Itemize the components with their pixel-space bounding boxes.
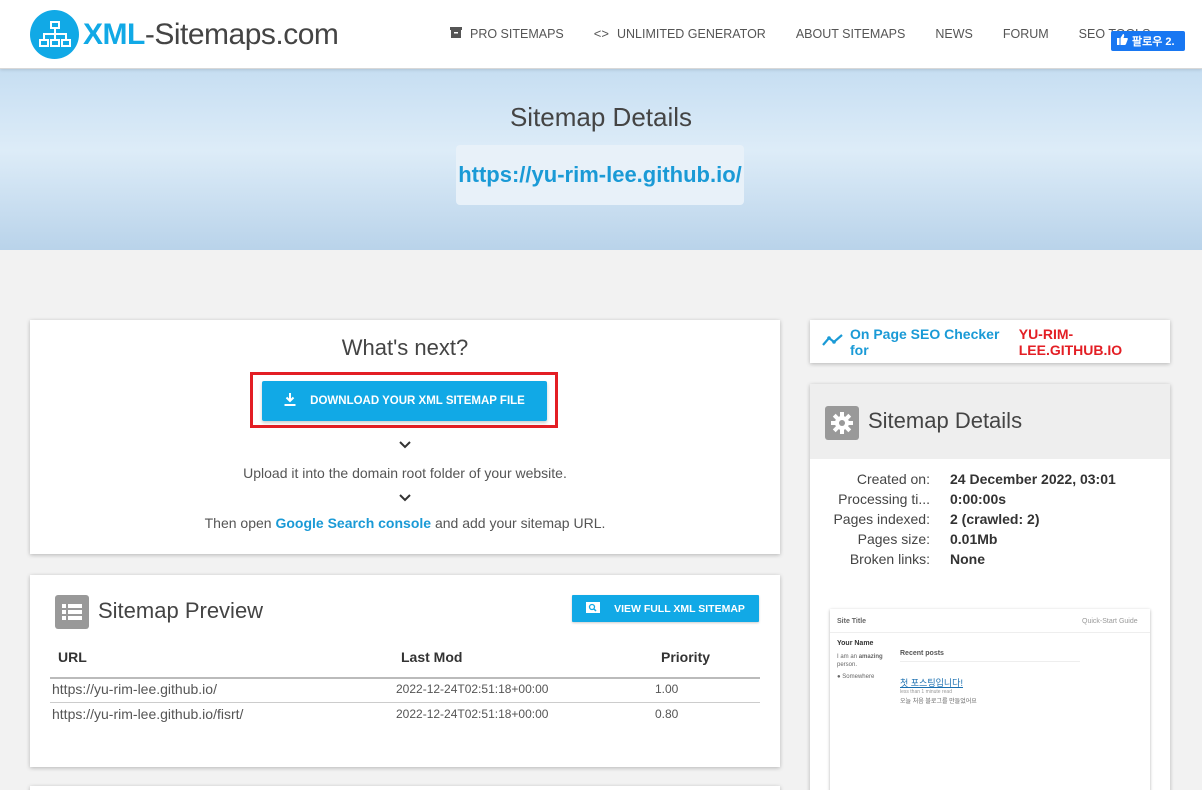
instruction-suffix: and add your sitemap URL. bbox=[434, 515, 606, 531]
nav-label: ABOUT SITEMAPS bbox=[795, 26, 906, 41]
created-on-label: Created on: bbox=[856, 471, 930, 487]
page-title: Sitemap Details bbox=[509, 102, 693, 132]
sitemap-details-card: Sitemap Details Created on: 24 December … bbox=[810, 384, 1170, 790]
site-logo[interactable]: XML-Sitemaps.com bbox=[30, 10, 339, 59]
nav-forum[interactable]: FORUM bbox=[1003, 26, 1049, 41]
download-button-label: DOWNLOAD YOUR XML SITEMAP FILE bbox=[310, 395, 525, 407]
hero-banner: Sitemap Details https://yu-rim-lee.githu… bbox=[0, 69, 1202, 250]
nav-about-sitemaps[interactable]: ABOUT SITEMAPS bbox=[796, 26, 906, 41]
site-url-link[interactable]: https://yu-rim-lee.github.io/ bbox=[458, 162, 742, 188]
next-card-stub bbox=[30, 786, 780, 790]
thumb-post-meta: less than 1 minute read bbox=[900, 689, 952, 695]
seo-checker-domain: YU-RIM-LEE.GITHUB.IO bbox=[1018, 325, 1123, 358]
pages-indexed-value: 2 (crawled: 2) bbox=[950, 511, 1040, 527]
logo-text: XML-Sitemaps.com bbox=[83, 17, 339, 52]
column-header-url: URL bbox=[58, 649, 87, 665]
seo-checker-link[interactable]: On Page SEO Checker for YU-RIM-LEE.GITHU… bbox=[810, 320, 1170, 363]
thumb-location-text: Somewhere bbox=[842, 674, 875, 680]
nav-pro-sitemaps[interactable]: PRO SITEMAPS bbox=[450, 26, 564, 41]
thumb-divider bbox=[900, 661, 1080, 662]
column-header-priority: Priority bbox=[661, 649, 711, 665]
search-console-instruction: Then open Google Search console and add … bbox=[30, 515, 780, 531]
broken-links-value: None bbox=[950, 551, 985, 567]
pages-indexed-label: Pages indexed: bbox=[833, 511, 930, 527]
view-full-sitemap-label: VIEW FULL XML SITEMAP bbox=[614, 602, 745, 615]
view-full-sitemap-button[interactable]: VIEW FULL XML SITEMAP bbox=[572, 595, 759, 622]
thumb-post-title: 첫 포스팅입니다! bbox=[900, 678, 963, 688]
instruction-prefix: Then open bbox=[204, 515, 272, 531]
site-screenshot-thumbnail[interactable]: Site Title Quick-Start Guide Your Name I… bbox=[830, 609, 1150, 790]
site-url-box: https://yu-rim-lee.github.io/ bbox=[456, 145, 744, 205]
thumb-recent-posts: Recent posts bbox=[900, 650, 944, 657]
table-row-lastmod: 2022-12-24T02:51:18+00:00 bbox=[396, 682, 549, 696]
broken-links-label: Broken links: bbox=[849, 551, 930, 567]
seo-checker-label: On Page SEO Checker for bbox=[850, 325, 1000, 358]
table-row-priority: 0.80 bbox=[655, 707, 679, 721]
created-on-value: 24 December 2022, 03:01 bbox=[950, 471, 1116, 487]
pages-size-value: 0.01Mb bbox=[950, 531, 998, 547]
list-icon bbox=[55, 595, 89, 629]
main-nav: PRO SITEMAPS <> UNLIMITED GENERATOR ABOU… bbox=[450, 26, 1180, 41]
thumb-bio-prefix: I am an bbox=[837, 654, 858, 660]
facebook-follow-button[interactable]: 팔로우 2. bbox=[1111, 31, 1185, 51]
logo-text-domain: -Sitemaps.com bbox=[144, 17, 339, 51]
location-pin-icon: ● bbox=[837, 674, 841, 680]
nav-unlimited-generator[interactable]: <> UNLIMITED GENERATOR bbox=[594, 26, 766, 41]
trend-line-icon bbox=[822, 333, 844, 350]
thumb-quick-start: Quick-Start Guide bbox=[1082, 618, 1138, 625]
thumb-author-name: Your Name bbox=[837, 640, 874, 647]
download-sitemap-button[interactable]: DOWNLOAD YOUR XML SITEMAP FILE bbox=[262, 381, 547, 421]
details-header: Sitemap Details bbox=[810, 384, 1170, 459]
chevron-down-icon bbox=[30, 489, 780, 507]
thumb-author-bio: I am an amazing bbox=[837, 654, 883, 660]
logo-text-xml: XML bbox=[83, 17, 145, 51]
thumb-bio-bold: amazing bbox=[858, 654, 883, 660]
nav-label: UNLIMITED GENERATOR bbox=[616, 26, 766, 41]
google-search-console-link[interactable]: Google Search console bbox=[275, 515, 431, 531]
sitemap-details-title: Sitemap Details bbox=[868, 408, 1023, 433]
processing-time-value: 0:00:00s bbox=[950, 491, 1007, 507]
sitemap-tree-icon bbox=[30, 10, 79, 59]
processing-time-label: Processing ti... bbox=[838, 491, 930, 507]
column-header-lastmod: Last Mod bbox=[401, 649, 463, 665]
chevron-down-icon bbox=[30, 436, 780, 454]
whats-next-title: What's next? bbox=[341, 335, 469, 360]
whats-next-card: What's next? DOWNLOAD YOUR XML SITEMAP F… bbox=[30, 320, 780, 554]
code-icon: <> bbox=[593, 26, 609, 41]
table-header-divider bbox=[50, 677, 760, 679]
thumb-post-excerpt: 오늘 처음 블로그를 만들었어요 bbox=[900, 699, 977, 705]
archive-icon bbox=[450, 26, 462, 41]
site-header: XML-Sitemaps.com PRO SITEMAPS <> UNLIMIT… bbox=[0, 0, 1202, 69]
thumbs-up-icon bbox=[1117, 34, 1128, 48]
table-row-url[interactable]: https://yu-rim-lee.github.io/fisrt/ bbox=[52, 706, 243, 722]
search-icon bbox=[586, 601, 601, 616]
nav-label: NEWS bbox=[935, 26, 973, 41]
nav-news[interactable]: NEWS bbox=[935, 26, 973, 41]
table-row-url[interactable]: https://yu-rim-lee.github.io/ bbox=[52, 681, 217, 697]
table-row-lastmod: 2022-12-24T02:51:18+00:00 bbox=[396, 707, 549, 721]
table-row-priority: 1.00 bbox=[655, 682, 679, 696]
thumb-location: ● Somewhere bbox=[837, 674, 874, 680]
pages-size-label: Pages size: bbox=[857, 531, 930, 547]
sitemap-preview-card: Sitemap Preview VIEW FULL XML SITEMAP UR… bbox=[30, 575, 780, 767]
facebook-follow-label: 팔로우 2. bbox=[1132, 36, 1175, 48]
table-row-divider bbox=[50, 702, 760, 703]
download-icon bbox=[284, 393, 296, 409]
thumb-site-title: Site Title bbox=[837, 618, 867, 625]
thumb-bio-suffix: person. bbox=[837, 662, 858, 668]
nav-label: FORUM bbox=[1002, 26, 1049, 41]
nav-label: PRO SITEMAPS bbox=[470, 26, 564, 41]
upload-instruction: Upload it into the domain root folder of… bbox=[243, 465, 567, 481]
sitemap-preview-title: Sitemap Preview bbox=[98, 598, 264, 623]
gear-icon bbox=[825, 406, 859, 440]
